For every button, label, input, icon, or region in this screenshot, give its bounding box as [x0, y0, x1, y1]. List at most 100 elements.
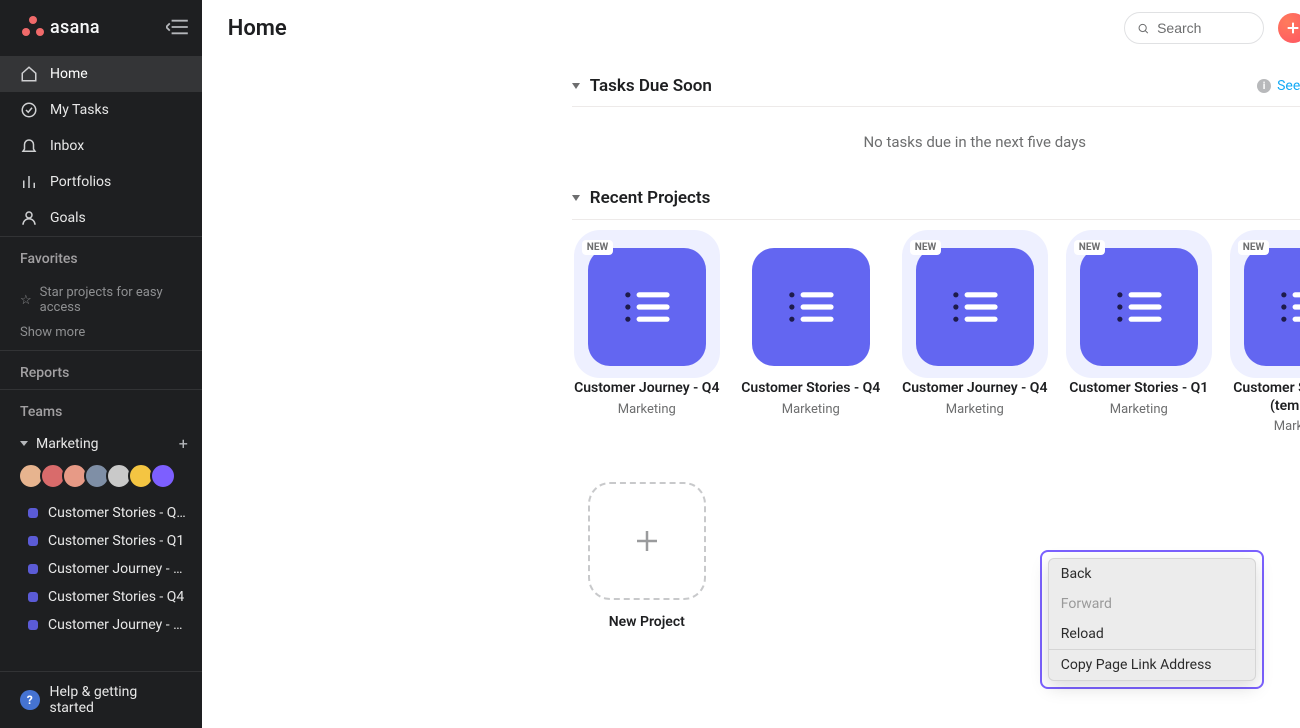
bell-icon	[20, 137, 38, 155]
favorites-section: Favorites	[0, 236, 202, 275]
tasks-due-header: Tasks Due Soon i See all my tasks	[572, 76, 1300, 107]
team-project-list: Customer Stories - Q… Customer Stories - …	[0, 499, 202, 639]
project-color-icon	[28, 564, 38, 574]
team-marketing[interactable]: Marketing +	[0, 428, 202, 457]
project-color-icon	[28, 592, 38, 602]
recent-projects-heading: Recent Projects	[590, 188, 711, 208]
sidebar-project-label: Customer Stories - Q1	[48, 533, 184, 549]
topbar: Home	[202, 0, 1300, 44]
nav-goals-label: Goals	[50, 210, 86, 226]
new-badge: NEW	[910, 240, 941, 255]
project-card-subtitle: Marketing	[1064, 402, 1214, 417]
ctx-reload[interactable]: Reload	[1049, 619, 1255, 649]
team-avatars	[0, 457, 202, 499]
collapse-icon	[166, 18, 188, 36]
search-box[interactable]	[1124, 12, 1264, 44]
teams-heading: Teams	[20, 404, 182, 420]
project-card-title: Customer Stories - Q4	[736, 380, 886, 398]
recent-projects-grid: NEWCustomer Journey - Q4MarketingCustome…	[572, 238, 1300, 434]
recent-projects-header: Recent Projects	[572, 187, 1300, 220]
project-tile	[588, 248, 706, 366]
collapse-toggle-icon[interactable]	[572, 195, 580, 201]
star-icon: ☆	[20, 293, 32, 308]
help-button[interactable]: ? Help & getting started	[0, 671, 202, 728]
person-icon	[20, 209, 38, 227]
project-card-title: Customer Journey - Q4	[900, 380, 1050, 398]
global-create-button[interactable]	[1278, 13, 1300, 43]
new-project-card[interactable]: New Project	[572, 472, 722, 630]
plus-icon	[632, 526, 662, 556]
favorites-hint[interactable]: ☆ Star projects for easy access	[0, 275, 202, 315]
collapse-sidebar-button[interactable]	[166, 18, 188, 36]
new-project-label: New Project	[572, 614, 722, 630]
see-all-tasks-label: See all my tasks	[1277, 78, 1300, 94]
nav-inbox[interactable]: Inbox	[0, 128, 202, 164]
project-card-subtitle: Marketing	[1228, 419, 1300, 434]
nav-my-tasks[interactable]: My Tasks	[0, 92, 202, 128]
project-card-title: Customer Stories - Q4 (template)	[1228, 380, 1300, 415]
primary-nav: Home My Tasks Inbox Portfolios Goals	[0, 56, 202, 236]
project-card[interactable]: NEW Customer Stories - Q1 Marketing	[1064, 238, 1214, 434]
nav-home[interactable]: Home	[0, 56, 202, 92]
search-icon	[1137, 21, 1149, 36]
nav-inbox-label: Inbox	[50, 138, 84, 154]
project-tile	[1080, 248, 1198, 366]
nav-portfolios[interactable]: Portfolios	[0, 164, 202, 200]
logo-icon	[22, 16, 44, 38]
project-tile	[916, 248, 1034, 366]
sidebar-project-item[interactable]: Customer Journey - …	[22, 555, 192, 583]
collapse-toggle-icon[interactable]	[572, 83, 580, 89]
home-icon	[20, 65, 38, 83]
sidebar-project-item[interactable]: Customer Stories - Q1	[22, 527, 192, 555]
team-member-avatar[interactable]	[150, 463, 176, 489]
sidebar-project-label: Customer Stories - Q…	[48, 505, 186, 521]
favorites-heading: Favorites	[20, 251, 182, 267]
project-card[interactable]: NEW Customer Stories - Q4 (template) Marke…	[1228, 238, 1300, 434]
project-card[interactable]: Customer Stories - Q4 Marketing	[736, 238, 886, 434]
tasks-due-empty: No tasks due in the next five days	[572, 107, 1300, 187]
new-badge: NEW	[1074, 240, 1105, 255]
sidebar-project-item[interactable]: Customer Journey - …	[22, 611, 192, 639]
sidebar-project-label: Customer Journey - …	[48, 617, 182, 633]
sidebar-project-item[interactable]: Customer Stories - Q4	[22, 583, 192, 611]
new-badge: NEW	[1238, 240, 1269, 255]
page-title: Home	[228, 16, 287, 41]
search-input[interactable]	[1157, 20, 1251, 36]
nav-goals[interactable]: Goals	[0, 200, 202, 236]
main: Home Tasks Due Soon i See all my tasks N…	[202, 0, 1300, 728]
help-icon: ?	[20, 690, 40, 710]
project-card[interactable]: NEW Customer Journey - Q4 Marketing	[900, 238, 1050, 434]
sidebar-project-label: Customer Stories - Q4	[48, 589, 184, 605]
project-card[interactable]: NEW Customer Journey - Q4 Marketing	[572, 238, 722, 434]
sidebar: asana Home My Tasks Inbox Portfolios Goa…	[0, 0, 202, 728]
reports-section[interactable]: Reports	[0, 350, 202, 389]
project-card-subtitle: Marketing	[572, 402, 722, 417]
project-color-icon	[28, 620, 38, 630]
teams-section: Teams	[0, 389, 202, 428]
favorites-show-more[interactable]: Show more	[0, 315, 202, 350]
context-menu-highlight: Back Forward Reload Copy Page Link Addre…	[1040, 550, 1264, 689]
chevron-down-icon	[20, 441, 28, 446]
nav-home-label: Home	[50, 66, 88, 82]
project-card-subtitle: Marketing	[900, 402, 1050, 417]
new-badge: NEW	[582, 240, 613, 255]
project-tile	[1244, 248, 1300, 366]
help-label: Help & getting started	[50, 684, 182, 716]
project-card-title: Customer Stories - Q1	[1064, 380, 1214, 398]
add-project-button[interactable]: +	[179, 434, 188, 453]
ctx-back[interactable]: Back	[1049, 559, 1255, 589]
project-color-icon	[28, 508, 38, 518]
nav-portfolios-label: Portfolios	[50, 174, 111, 190]
bar-chart-icon	[20, 173, 38, 191]
logo[interactable]: asana	[22, 16, 100, 38]
see-all-tasks-link[interactable]: i See all my tasks	[1257, 78, 1300, 94]
project-card-subtitle: Marketing	[736, 402, 886, 417]
project-tile	[752, 248, 870, 366]
ctx-copy-page-link[interactable]: Copy Page Link Address	[1049, 650, 1255, 680]
logo-text: asana	[50, 17, 100, 38]
sidebar-project-item[interactable]: Customer Stories - Q…	[22, 499, 192, 527]
sidebar-project-label: Customer Journey - …	[48, 561, 182, 577]
project-card-title: Customer Journey - Q4	[572, 380, 722, 398]
project-color-icon	[28, 536, 38, 546]
team-name: Marketing	[36, 436, 99, 452]
